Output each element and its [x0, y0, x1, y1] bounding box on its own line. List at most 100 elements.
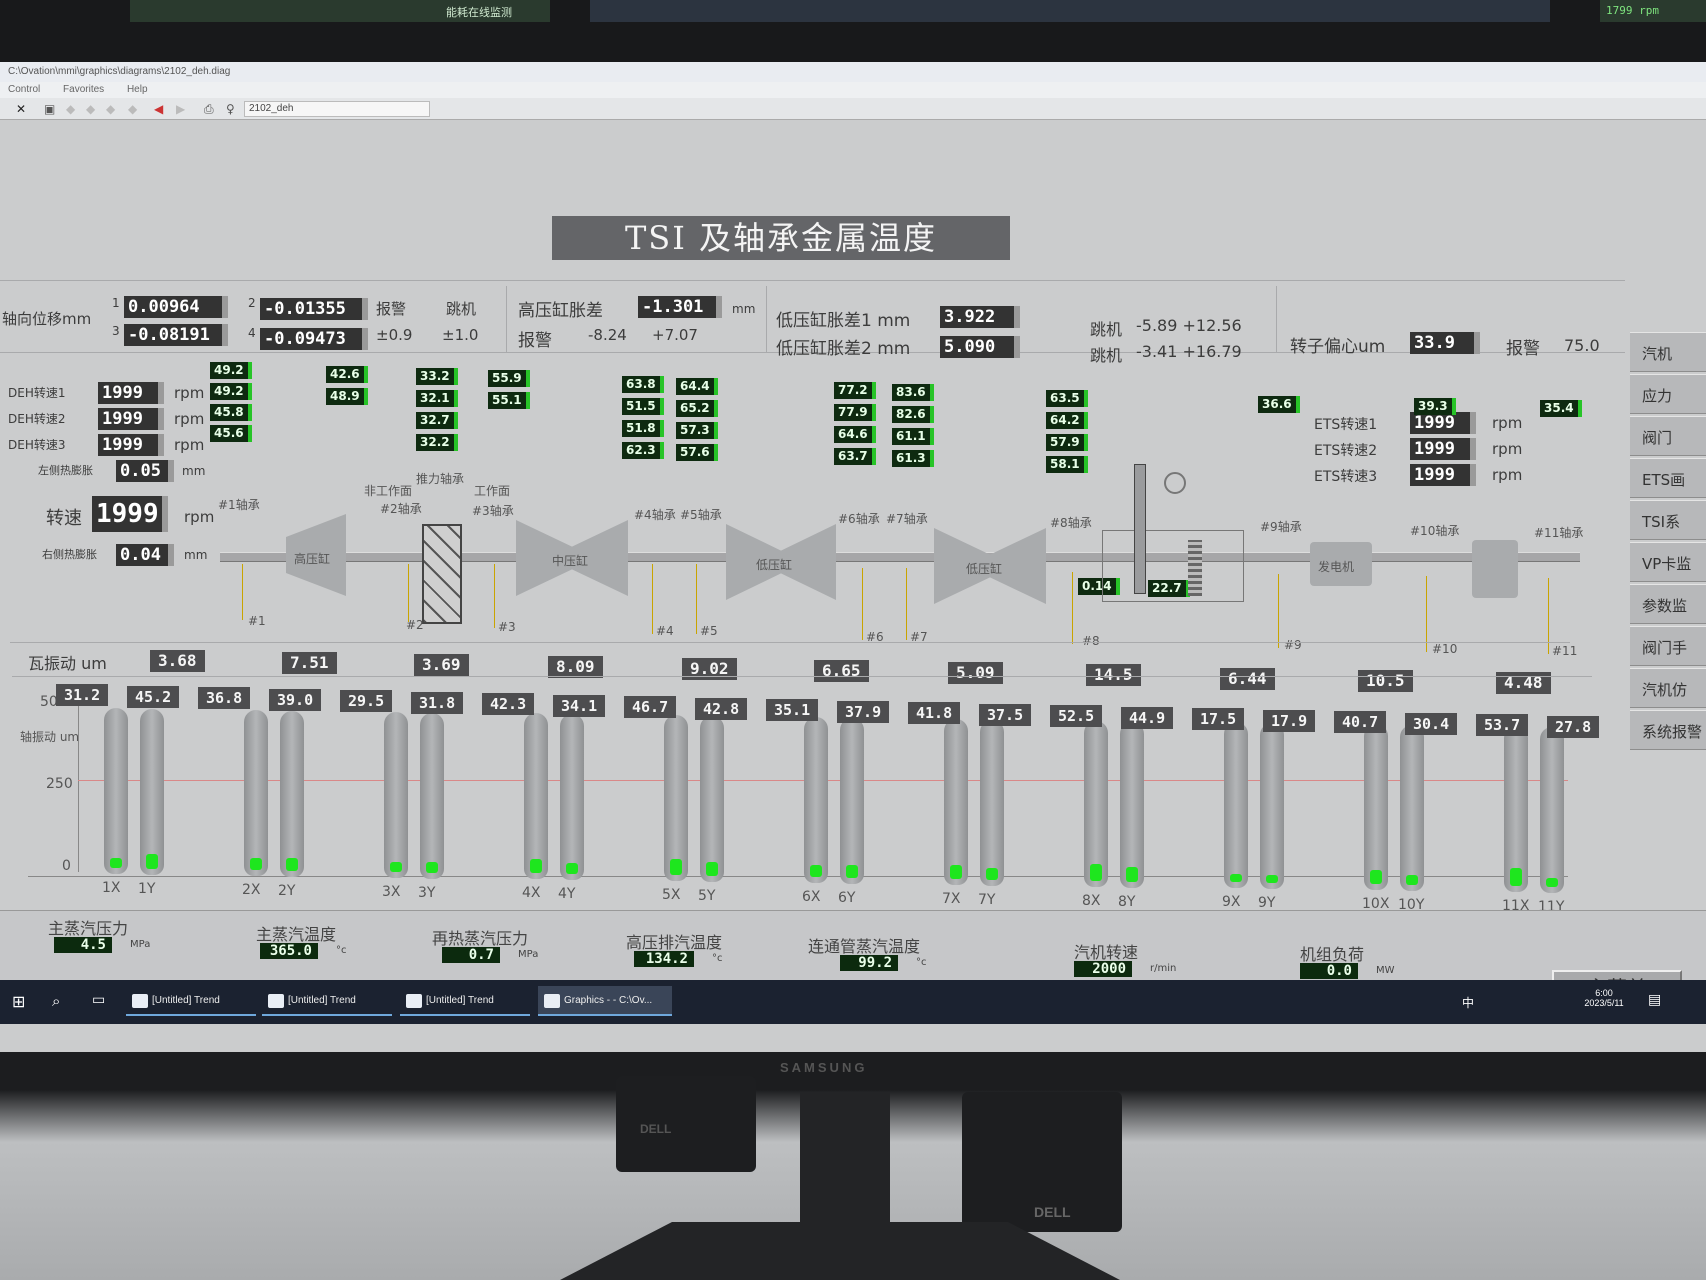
nav-valve-manual[interactable]: 阀门手 — [1630, 626, 1706, 666]
bearing-temp: 55.9 — [488, 370, 530, 387]
window-icon[interactable]: ▣ — [44, 102, 55, 116]
nav-tsi[interactable]: TSI系 — [1630, 500, 1706, 540]
ets-speed-2-label: ETS转速2 — [1314, 443, 1378, 459]
taskbar-trend-2[interactable]: [Untitled] Trend — [262, 986, 392, 1016]
deh-speed-3-value: 1999 — [98, 434, 164, 456]
tray-ime[interactable]: 中 — [1462, 994, 1474, 1011]
bearing-temp: 51.8 — [622, 420, 664, 437]
coupling-shaft — [1134, 464, 1146, 594]
bearing-label: #1轴承 — [218, 498, 260, 512]
axial-value-2: -0.01355 — [260, 298, 368, 320]
shaft-vibration-bar-fill — [530, 859, 542, 874]
turning-gear — [1164, 472, 1186, 494]
shaft-vibration-value: 41.8 — [908, 702, 961, 724]
down-icon[interactable]: ◆ — [106, 102, 115, 116]
taskbar-label: [Untitled] Trend — [426, 995, 494, 1006]
nav-vp-card[interactable]: VP卡监 — [1630, 542, 1706, 582]
bearing-temp: 49.2 — [210, 383, 252, 400]
nav-valve[interactable]: 阀门 — [1630, 416, 1706, 456]
shaft-vibration-bar — [524, 713, 548, 880]
shaft-vibration-category: 9Y — [1258, 895, 1276, 912]
left-expansion-unit: mm — [182, 464, 206, 478]
shaft-vibration-bar-fill — [1406, 875, 1418, 886]
shaft-vibration-category: 8X — [1082, 892, 1101, 909]
menu-control[interactable]: Control — [8, 84, 40, 95]
probe-label: #5 — [700, 624, 718, 638]
shaft-vibration-value: 39.0 — [269, 688, 322, 711]
nav-steam-turbine[interactable]: 汽机 — [1630, 332, 1706, 372]
divider — [12, 676, 1592, 677]
shaft-vibration-bar — [1400, 725, 1424, 892]
monitor-bottom-bezel: SAMSUNG DELL DELL — [0, 1052, 1706, 1280]
taskbar-graphics[interactable]: Graphics - - C:\Ov... — [538, 986, 672, 1016]
menu-favorites[interactable]: Favorites — [63, 84, 104, 95]
nav-param-monitor[interactable]: 参数监 — [1630, 584, 1706, 624]
shaft-vibration-value: 27.8 — [1547, 715, 1600, 738]
windows-start-icon[interactable]: ⊞ — [12, 992, 25, 1011]
bearing-temp: 63.7 — [834, 448, 876, 465]
bearing-temp: 36.6 — [1258, 396, 1300, 413]
taskbar-trend-1[interactable]: [Untitled] Trend — [126, 986, 256, 1016]
toolbar: ✕ ▣ ◆ ◆ ◆ ◆ ◀ ▶ ⎙ ♀ 2102_deh — [0, 98, 1706, 120]
axial-n4: 4 — [248, 326, 256, 340]
hp-exhaust-temp-unit: °c — [712, 953, 723, 964]
clock[interactable]: 6:00 2023/5/11 — [1574, 988, 1634, 1008]
bearing-temp: 32.1 — [416, 390, 458, 407]
star-icon[interactable]: ◆ — [128, 102, 137, 116]
upper-strip-text: 能耗在线监测 — [446, 6, 512, 19]
bearing-temp: 64.2 — [1046, 412, 1088, 429]
nav-system-alarm[interactable]: 系统报警 — [1630, 710, 1706, 750]
graphics-icon — [544, 994, 560, 1008]
nav-stress[interactable]: 应力 — [1630, 374, 1706, 414]
nav-ets[interactable]: ETS画 — [1630, 458, 1706, 498]
task-view-icon[interactable]: ▭ — [92, 992, 105, 1008]
turbine-speed-unit: r/min — [1150, 963, 1177, 974]
x-axis — [28, 876, 1568, 877]
shaft-vibration-bar-fill — [810, 865, 822, 877]
bearing-label: #9轴承 — [1260, 520, 1302, 534]
shaft-vibration-bar-fill — [390, 861, 402, 872]
forward-icon[interactable]: ▶ — [176, 102, 185, 116]
nav-turbine-sim[interactable]: 汽机仿 — [1630, 668, 1706, 708]
hp-diff-high: +7.07 — [652, 326, 698, 344]
bearing-label: #3轴承 — [472, 504, 514, 518]
taskbar-trend-3[interactable]: [Untitled] Trend — [400, 986, 530, 1016]
close-icon[interactable]: ✕ — [16, 102, 26, 116]
shaft-vibration-bar — [980, 719, 1004, 886]
probe-label: #11 — [1552, 644, 1578, 658]
home-icon[interactable]: ◆ — [66, 102, 75, 116]
non-working-face-label: 非工作面 — [364, 484, 413, 498]
probe-label: #2 — [406, 618, 424, 632]
back-icon[interactable]: ◀ — [154, 102, 163, 116]
shaft-vibration-bar — [1504, 726, 1528, 892]
shaft-vibration-bar — [1084, 720, 1108, 887]
shaft-vibration-value: 40.7 — [1334, 711, 1387, 733]
exciter — [1472, 540, 1518, 598]
search-icon[interactable]: ⌕ — [52, 992, 60, 1010]
window-titlebar: C:\Ovation\mmi\graphics\diagrams\2102_de… — [0, 62, 1706, 82]
divider — [1276, 286, 1277, 352]
axial-n1: 1 — [112, 296, 120, 310]
pin-icon[interactable]: ♀ — [226, 102, 235, 116]
shaft-vibration-category: 1X — [102, 880, 121, 896]
right-expansion-unit: mm — [184, 548, 208, 562]
shaft-vibration-bar-fill — [146, 853, 158, 869]
diagram-path-field[interactable]: 2102_deh — [244, 101, 430, 117]
taskbar-label: [Untitled] Trend — [288, 995, 356, 1006]
ets-speed-3-value: 1999 — [1410, 464, 1476, 486]
probe-label: #4 — [656, 624, 674, 638]
deh-speed-2-label: DEH转速2 — [8, 412, 66, 426]
up-icon[interactable]: ◆ — [86, 102, 95, 116]
bearing-label: #5轴承 — [680, 508, 722, 522]
shaft-vibration-bar-fill — [1126, 866, 1138, 882]
ets-speed-1-unit: rpm — [1492, 414, 1523, 432]
notification-icon[interactable]: ▤ — [1648, 992, 1661, 1008]
print-icon[interactable]: ⎙ — [204, 102, 214, 117]
tile-vibration-value: 6.65 — [814, 660, 869, 682]
shaft-vibration-category: 5X — [662, 887, 681, 904]
main-steam-pressure-unit: MPa — [130, 939, 151, 950]
main-steam-pressure-value: 4.5 — [54, 937, 112, 953]
shaft-vibration-axis-title: 轴振动 um — [20, 730, 80, 744]
menu-help[interactable]: Help — [127, 84, 148, 95]
bearing-label: 推力轴承 — [416, 472, 465, 486]
